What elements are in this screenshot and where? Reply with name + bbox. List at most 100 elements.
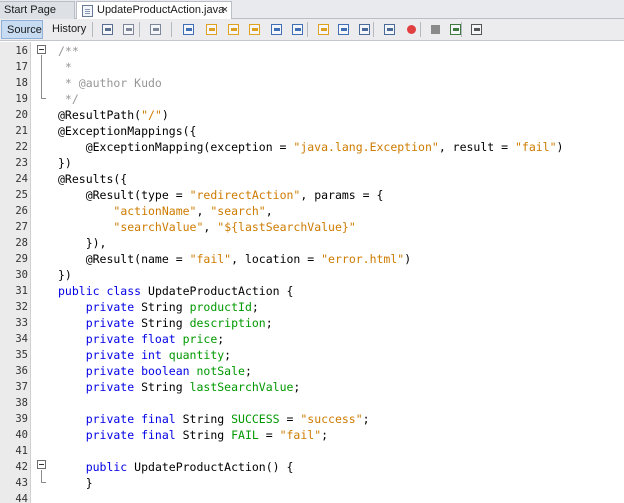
line-number: 33 bbox=[15, 317, 28, 329]
history-view-button[interactable]: History bbox=[47, 20, 89, 39]
line-number: 25 bbox=[15, 189, 28, 201]
code-line[interactable]: @Results({ bbox=[58, 171, 127, 187]
code-token: }) bbox=[58, 268, 72, 282]
line-number: 43 bbox=[15, 477, 28, 489]
line-number: 31 bbox=[15, 285, 28, 297]
code-line[interactable]: /** bbox=[58, 43, 79, 59]
code-line[interactable]: "actionName", "search", bbox=[58, 203, 273, 219]
code-token: quantity bbox=[168, 348, 225, 362]
editor-tab-strip: Start Page UpdateProductAction.java × bbox=[0, 0, 624, 20]
code-token: ; bbox=[244, 364, 252, 378]
code-token: ; bbox=[293, 380, 301, 394]
toggle-bookmark-icon[interactable] bbox=[336, 22, 351, 37]
line-number: 21 bbox=[15, 125, 28, 137]
forward-icon[interactable] bbox=[148, 22, 163, 37]
code-token: ; bbox=[321, 428, 329, 442]
code-line[interactable]: */ bbox=[58, 91, 79, 107]
code-token: String bbox=[141, 316, 190, 330]
code-token: public bbox=[58, 460, 135, 474]
fold-collapse-icon[interactable] bbox=[37, 460, 46, 469]
code-token: public class bbox=[58, 284, 149, 298]
next-bookmark-icon[interactable] bbox=[316, 22, 331, 37]
shift-left-icon[interactable] bbox=[357, 22, 372, 37]
code-token: productId bbox=[189, 300, 252, 314]
editor-toolbar: Source History bbox=[0, 19, 624, 41]
code-token: private bbox=[58, 380, 142, 394]
line-number: 30 bbox=[15, 269, 28, 281]
code-line[interactable]: private final String FAIL = "fail"; bbox=[58, 427, 328, 443]
code-editor[interactable]: 16 /** 17 * 18 * @author Kudo 19 */ 20 @Result… bbox=[0, 42, 624, 503]
code-token: @Results({ bbox=[58, 172, 128, 186]
code-token: ; bbox=[265, 316, 273, 330]
code-line[interactable]: "searchValue", "${lastSearchValue}" bbox=[58, 219, 355, 235]
code-token: /** bbox=[58, 44, 79, 58]
shift-right-icon[interactable] bbox=[382, 22, 397, 37]
code-token: "error.html" bbox=[321, 252, 405, 266]
code-token: UpdateProductAction() { bbox=[134, 460, 294, 474]
code-token: private float bbox=[58, 332, 183, 346]
find-icon[interactable] bbox=[181, 22, 196, 37]
fold-guide bbox=[41, 55, 42, 98]
code-line[interactable]: } bbox=[58, 475, 93, 491]
find-previous-icon[interactable] bbox=[204, 22, 219, 37]
toggle-highlight-icon[interactable] bbox=[247, 22, 262, 37]
code-token: "/" bbox=[141, 108, 162, 122]
code-line[interactable]: }), bbox=[58, 235, 107, 251]
code-token: * bbox=[58, 60, 72, 74]
back-icon[interactable] bbox=[121, 22, 136, 37]
code-token: String bbox=[141, 380, 190, 394]
code-token: "searchValue" bbox=[113, 220, 204, 234]
code-token: @Result(name = bbox=[58, 252, 190, 266]
find-next-icon[interactable] bbox=[226, 22, 241, 37]
source-view-button[interactable]: Source bbox=[1, 20, 43, 39]
line-number: 37 bbox=[15, 381, 28, 393]
code-token: , bbox=[265, 204, 273, 218]
code-line[interactable]: @Result(type = "redirectAction", params … bbox=[58, 187, 384, 203]
code-token: String bbox=[182, 428, 232, 442]
code-token: = bbox=[279, 412, 301, 426]
java-file-icon bbox=[82, 5, 93, 17]
code-line[interactable]: private String lastSearchValue; bbox=[58, 379, 301, 395]
code-token: private boolean bbox=[58, 364, 197, 378]
fold-collapse-icon[interactable] bbox=[37, 45, 46, 54]
code-line[interactable]: private final String SUCCESS = "success"… bbox=[58, 411, 370, 427]
tab-start-page[interactable]: Start Page bbox=[0, 1, 75, 19]
code-line[interactable]: * @author Kudo bbox=[58, 75, 162, 91]
code-token: lastSearchValue bbox=[189, 380, 294, 394]
macro-record-icon[interactable] bbox=[404, 22, 419, 37]
code-line[interactable]: public class UpdateProductAction { bbox=[58, 283, 293, 299]
previous-bookmark-icon[interactable] bbox=[290, 22, 305, 37]
code-line[interactable]: private boolean notSale; bbox=[58, 363, 252, 379]
macro-stop-icon[interactable] bbox=[428, 22, 443, 37]
line-number: 44 bbox=[15, 493, 28, 503]
code-line[interactable]: * bbox=[58, 59, 72, 75]
line-number: 38 bbox=[15, 397, 28, 409]
tab-label: UpdateProductAction.java bbox=[97, 4, 225, 16]
code-line[interactable]: }) bbox=[58, 155, 72, 171]
code-line[interactable]: private String productId; bbox=[58, 299, 259, 315]
code-token: "fail" bbox=[279, 428, 322, 442]
line-number: 27 bbox=[15, 221, 28, 233]
line-number: 24 bbox=[15, 173, 28, 185]
line-number: 22 bbox=[15, 141, 28, 153]
line-number: 17 bbox=[15, 61, 28, 73]
uncomment-icon[interactable] bbox=[469, 22, 484, 37]
code-line[interactable]: @ExceptionMapping(exception = "java.lang… bbox=[58, 139, 564, 155]
close-tab-icon[interactable]: × bbox=[222, 2, 228, 19]
last-edit-icon[interactable] bbox=[100, 22, 115, 37]
code-line[interactable]: }) bbox=[58, 267, 72, 283]
toolbar-separator bbox=[373, 22, 374, 37]
line-number: 39 bbox=[15, 413, 28, 425]
code-line[interactable]: @Result(name = "fail", location = "error… bbox=[58, 251, 411, 267]
code-line[interactable]: private String description; bbox=[58, 315, 273, 331]
find-selection-icon[interactable] bbox=[269, 22, 284, 37]
code-token: ) bbox=[404, 252, 412, 266]
tab-update-product-action[interactable]: UpdateProductAction.java × bbox=[76, 1, 232, 20]
line-number: 29 bbox=[15, 253, 28, 265]
code-line[interactable]: private int quantity; bbox=[58, 347, 231, 363]
code-line[interactable]: public UpdateProductAction() { bbox=[58, 459, 294, 475]
code-line[interactable]: @ExceptionMappings({ bbox=[58, 123, 196, 139]
code-line[interactable]: @ResultPath("/") bbox=[58, 107, 169, 123]
code-line[interactable]: private float price; bbox=[58, 331, 225, 347]
fold-guide-end bbox=[41, 482, 46, 483]
